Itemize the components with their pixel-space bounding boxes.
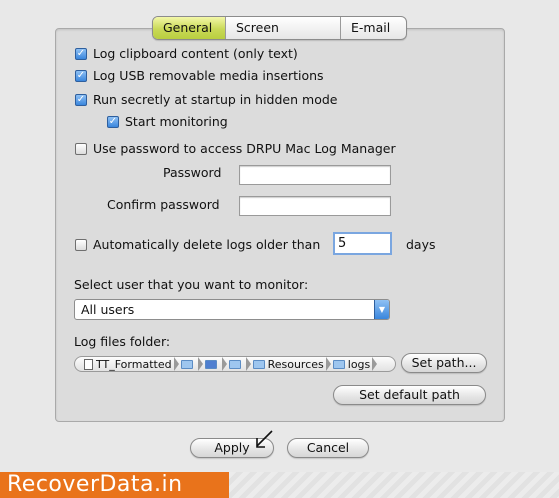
path-segment[interactable]: logs bbox=[327, 357, 377, 371]
path-segment[interactable] bbox=[175, 357, 203, 371]
select-user-label: Select user that you want to monitor: bbox=[74, 277, 309, 292]
set-path-button[interactable]: Set path... bbox=[401, 353, 487, 373]
log-folder-label: Log files folder: bbox=[74, 334, 171, 349]
password-label: Password bbox=[163, 165, 222, 180]
path-segment-label: Resources bbox=[267, 357, 324, 371]
log-usb-checkbox[interactable] bbox=[75, 69, 87, 82]
folder-icon bbox=[252, 359, 265, 369]
tab-bar: General Screen capture E-mail bbox=[152, 16, 407, 40]
start-monitoring-label: Start monitoring bbox=[125, 114, 228, 129]
watermark-stripes bbox=[229, 472, 559, 498]
path-control[interactable]: TT_Formatted Resources logs bbox=[74, 356, 396, 372]
run-secretly-option[interactable]: Run secretly at startup in hidden mode bbox=[75, 92, 337, 107]
auto-delete-option[interactable]: Automatically delete logs older than bbox=[75, 237, 320, 252]
network-folder-icon bbox=[180, 359, 193, 369]
run-secretly-checkbox[interactable] bbox=[75, 93, 87, 106]
auto-delete-label: Automatically delete logs older than bbox=[93, 237, 321, 252]
path-segment[interactable] bbox=[199, 357, 227, 371]
tab-general[interactable]: General bbox=[153, 17, 225, 39]
app-icon bbox=[204, 359, 217, 369]
watermark-logo: RecoverData.in bbox=[0, 472, 229, 498]
folder-icon bbox=[228, 359, 241, 369]
days-input[interactable]: 5 bbox=[333, 232, 392, 255]
path-segment[interactable]: Resources bbox=[247, 357, 331, 371]
start-monitoring-checkbox[interactable] bbox=[107, 115, 119, 128]
tab-email[interactable]: E-mail bbox=[340, 17, 406, 39]
pointer-arrow-icon bbox=[256, 430, 273, 448]
path-segment[interactable] bbox=[223, 357, 251, 371]
path-segment-label: logs bbox=[347, 357, 371, 371]
days-unit-label: days bbox=[406, 237, 436, 252]
document-icon bbox=[84, 358, 93, 370]
folder-icon bbox=[332, 359, 345, 369]
user-select-value: All users bbox=[81, 302, 135, 317]
use-password-option[interactable]: Use password to access DRPU Mac Log Mana… bbox=[75, 141, 396, 156]
log-clipboard-checkbox[interactable] bbox=[75, 47, 87, 60]
set-default-path-button[interactable]: Set default path bbox=[333, 385, 486, 405]
chevron-down-icon: ▼ bbox=[374, 300, 389, 319]
confirm-password-field[interactable] bbox=[239, 196, 391, 216]
auto-delete-checkbox[interactable] bbox=[75, 238, 87, 251]
log-clipboard-label: Log clipboard content (only text) bbox=[93, 46, 298, 61]
log-clipboard-option[interactable]: Log clipboard content (only text) bbox=[75, 46, 298, 61]
log-usb-label: Log USB removable media insertions bbox=[93, 68, 324, 83]
path-segment[interactable]: TT_Formatted bbox=[75, 357, 179, 371]
user-select-dropdown[interactable]: All users ▼ bbox=[74, 299, 390, 320]
tab-screen-capture[interactable]: Screen capture bbox=[225, 17, 340, 39]
cancel-button[interactable]: Cancel bbox=[287, 438, 369, 458]
log-usb-option[interactable]: Log USB removable media insertions bbox=[75, 68, 324, 83]
confirm-password-label: Confirm password bbox=[107, 197, 220, 212]
preferences-window: General Screen capture E-mail Log clipbo… bbox=[0, 0, 559, 470]
password-field[interactable] bbox=[239, 165, 391, 185]
use-password-label: Use password to access DRPU Mac Log Mana… bbox=[93, 141, 396, 156]
use-password-checkbox[interactable] bbox=[75, 142, 87, 155]
start-monitoring-option[interactable]: Start monitoring bbox=[107, 114, 228, 129]
run-secretly-label: Run secretly at startup in hidden mode bbox=[93, 92, 338, 107]
path-segment-label: TT_Formatted bbox=[96, 357, 172, 371]
